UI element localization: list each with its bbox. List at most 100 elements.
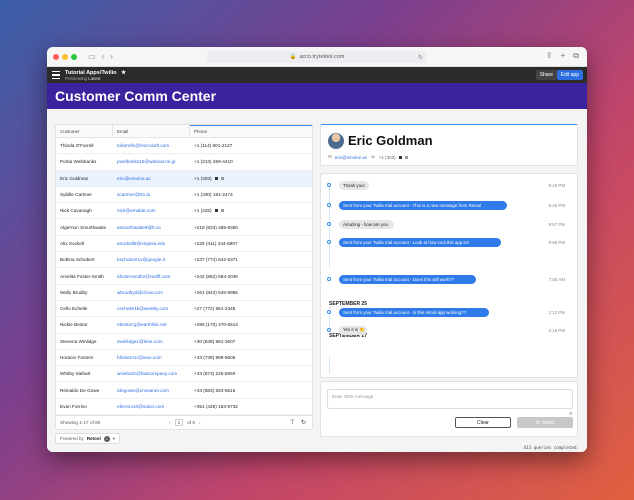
message-bubble: Sent from your Twilio trial account - Do… (339, 274, 476, 284)
table-row[interactable]: Whitby Siebart wsiebartr@fastcompany.com +… (56, 366, 312, 383)
table-row[interactable]: Eric Goldman eric@smoine.ac +1 (303) (56, 170, 312, 187)
table-row[interactable]: Evan Forrino eferrino10@salon.com +351 (42… (56, 399, 312, 416)
user-avatar[interactable]: C (103, 435, 110, 442)
email-cell[interactable]: swinlidge1@time.com (113, 339, 190, 344)
message-thread: SEPTEMBER 25 SEPTEMBER 27 Thank you! 8:49… (320, 173, 578, 378)
table-row[interactable]: Thinda O'Farrell tofarrell1@microsoft.com… (56, 138, 312, 155)
email-cell[interactable]: nick@emable.com (113, 208, 190, 213)
share-button[interactable]: Share (535, 70, 557, 80)
timeline-dot-icon (327, 310, 331, 314)
address-bar[interactable]: 🔒 acco.tryretool.com ↻ (207, 51, 427, 63)
table-row[interactable]: Wally Brudby wbrudbyd@chow.com +261 (843) … (56, 285, 312, 301)
edit-app-button[interactable]: Edit app (556, 70, 583, 80)
customer-name-cell: Bobina Schubert (60, 257, 95, 263)
browser-window: ▭ ‹ › 🔒 acco.tryretool.com ↻ ⇪ + ⧉ Tutor… (47, 47, 587, 452)
table-row[interactable]: Reinaldo De Gowe rdegowe@cnnsanet.com +33 … (56, 382, 312, 399)
table-row[interactable]: Amelita Foster-Smith afostersmith2@rediff… (56, 268, 312, 285)
phone-text: +1 (114) 801-2127 (194, 143, 233, 149)
prev-page-icon[interactable]: ‹ (169, 420, 171, 425)
table-row[interactable]: Cello Echelle cechelle1k@weebly.com +27 (7… (56, 301, 312, 318)
forward-icon[interactable]: › (110, 52, 113, 61)
email-cell[interactable]: scartmer@51.la (113, 192, 190, 197)
flag-icon (220, 209, 224, 213)
flag-icon (214, 209, 218, 213)
back-icon[interactable]: ‹ (102, 52, 105, 61)
flag-icon (214, 176, 218, 180)
send-button[interactable]: ⟳ Send (517, 417, 573, 428)
email-cell[interactable]: hfontem1r@ivao.com (113, 355, 190, 360)
sidebar-toggle-icon[interactable]: ▭ (88, 52, 96, 61)
phone-text: +30 (848) 961-3607 (194, 338, 236, 344)
table-header: Customer Email Phone (56, 125, 312, 138)
share-icon[interactable]: ⇪ (546, 51, 553, 61)
refresh-icon[interactable]: ↻ (301, 419, 306, 426)
page-total-label: of 5 (187, 420, 195, 425)
table-row[interactable]: Stevena Winlidge swinlidge1@time.com +30 (… (56, 334, 312, 350)
customer-name-cell: Evan Forrino (60, 403, 87, 409)
customer-name: Eric Goldman (348, 133, 433, 148)
phone-cell: +242 (852) 684-2036 (190, 274, 312, 279)
version-label[interactable]: Latest (88, 76, 100, 81)
table-row[interactable]: Bobina Schubert bschubert1v@google.it +237… (56, 252, 312, 269)
email-cell[interactable]: wbrudbyd@chow.com (113, 290, 190, 295)
row-count-label: Showing 1-17 of 80 (60, 420, 101, 425)
table-row[interactable]: Alix Sockell asockell8@virginia.edu +225 (… (56, 236, 312, 253)
customer-name-cell: Wally Brudby (60, 289, 88, 295)
column-header-email[interactable]: Email (113, 125, 190, 137)
phone-text: +218 (833) 485-8360 (194, 224, 238, 230)
email-cell[interactable]: asmurthwaite8@lt.ce (113, 225, 190, 230)
column-header-phone[interactable]: Phone (190, 125, 312, 137)
tabs-overview-icon[interactable]: ⧉ (573, 51, 579, 61)
email-cell[interactable]: wsiebartr@fastcompany.com (113, 371, 190, 376)
maximize-window-button[interactable] (71, 53, 77, 60)
app-header: Tutorial Apps/Twilio ★ Previewing Latest… (47, 67, 587, 83)
email-cell[interactable]: eferrino10@salon.com (113, 404, 190, 409)
star-icon[interactable]: ★ (121, 70, 126, 76)
email-cell[interactable]: cechelle1k@weebly.com (113, 306, 190, 311)
email-cell[interactable]: pwelbanks16@wdavar.ne.jp (113, 159, 190, 164)
email-cell[interactable]: asockell8@virginia.edu (113, 241, 190, 246)
email-cell[interactable]: eric@smoine.ac (113, 176, 190, 181)
powered-by-retool[interactable]: Powered by Retool C ▾ (55, 433, 121, 444)
phone-text: +1 (303) (194, 175, 212, 181)
phone-cell: +33 (883) 583-5616 (190, 388, 312, 393)
new-tab-icon[interactable]: + (561, 51, 566, 61)
page-input[interactable]: 1 (174, 419, 184, 426)
menu-icon[interactable] (52, 71, 60, 79)
table-row[interactable]: Sybille Cartmer scartmer@51.la +1 (330) 18… (56, 187, 312, 204)
email-cell[interactable]: nbestor1j@earthlink.net (113, 322, 190, 327)
message-time: 8:49 PM (548, 182, 565, 188)
email-cell[interactable]: tofarrell1@microsoft.com (113, 143, 190, 148)
app-subtitle: Previewing Latest (65, 76, 126, 81)
reload-icon[interactable]: ↻ (418, 54, 423, 61)
table-row[interactable]: Nickie Bestor nbestor1j@earthlink.net +299… (56, 317, 312, 334)
lock-icon: 🔒 (289, 54, 297, 60)
customer-contact: ✉ eric@smoine.ac ☏ +1 (303) (328, 154, 408, 160)
sms-message-input[interactable] (327, 389, 573, 409)
customer-name-cell: Eric Goldman (60, 175, 89, 181)
email-icon: ✉ (328, 154, 332, 159)
table-row[interactable]: Algernon Smurthwaite asmurthwaite8@lt.ce +… (56, 219, 312, 236)
customer-email-link[interactable]: eric@smoine.ac (335, 155, 367, 160)
chevron-down-icon[interactable]: ▾ (113, 436, 115, 442)
customer-name-cell: Nick Cavanagh (60, 208, 92, 214)
table-row[interactable]: Nick Cavanagh nick@emable.com +1 (425) (56, 203, 312, 220)
email-cell[interactable]: afostersmith2@rediff.com (113, 274, 190, 279)
table-body: Thinda O'Farrell tofarrell1@microsoft.com… (56, 138, 312, 416)
clear-button[interactable]: Clear (455, 417, 511, 428)
message-item: Sent from your Twilio trial account - Th… (325, 200, 573, 210)
email-cell[interactable]: rdegowe@cnnsanet.com (113, 388, 190, 393)
phone-cell: +33 (739) 999-9605 (190, 355, 312, 360)
table-row[interactable]: Horacio Fontem hfontem1r@ivao.com +33 (739… (56, 350, 312, 367)
column-header-customer[interactable]: Customer (56, 125, 113, 137)
close-window-button[interactable] (53, 53, 59, 60)
message-bubble: Yes it is 👏 (339, 325, 367, 335)
email-cell[interactable]: bschubert1v@google.it (113, 257, 190, 262)
phone-text: +27 (772) 951-2348 (194, 306, 236, 312)
minimize-window-button[interactable] (62, 53, 68, 60)
next-page-icon[interactable]: › (199, 420, 201, 425)
filter-icon[interactable]: ⊤ (290, 419, 295, 426)
flag-icon (220, 176, 224, 180)
customer-name-cell: Whitby Siebart (60, 371, 91, 377)
table-row[interactable]: Portia Welsbanks pwelbanks16@wdavar.ne.jp… (56, 154, 312, 171)
